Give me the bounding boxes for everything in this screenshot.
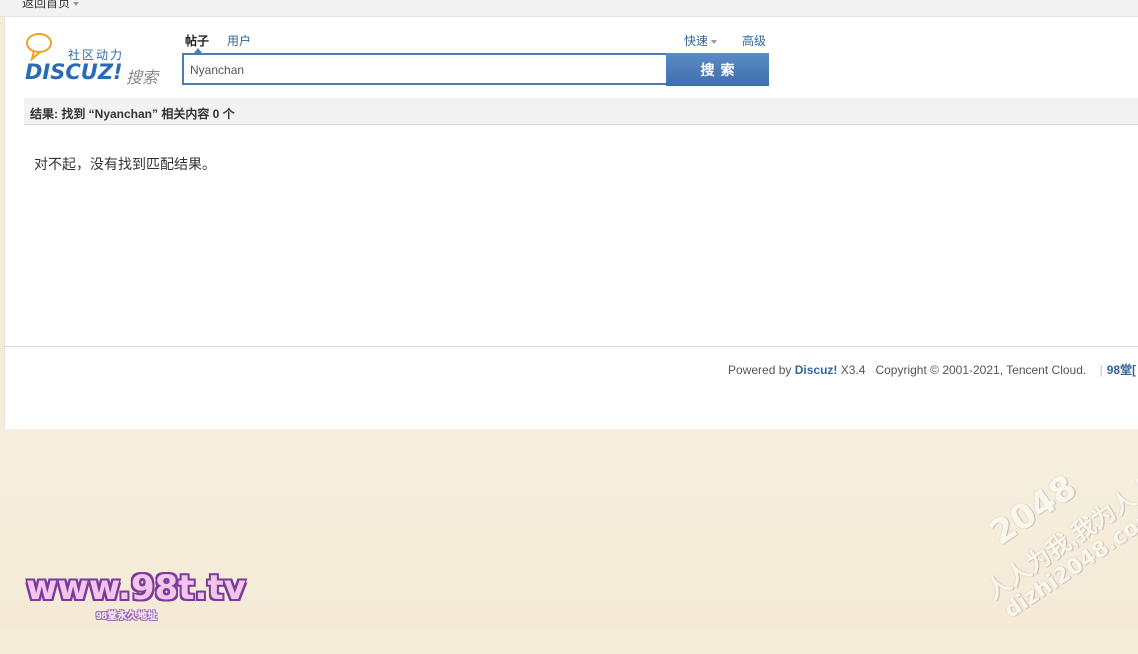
search-input[interactable] <box>190 61 650 79</box>
quick-search-dropdown[interactable]: 快速 <box>684 32 718 49</box>
quick-label: 快速 <box>684 34 709 48</box>
footer-discuz-link[interactable]: Discuz! <box>795 363 838 377</box>
search-button[interactable]: 搜索 <box>666 53 769 86</box>
footer-separator: | <box>1099 363 1103 377</box>
search-box <box>182 53 666 85</box>
advanced-search-link[interactable]: 高级 <box>742 32 766 49</box>
footer: Powered by Discuz! X3.4 Copyright © 2001… <box>728 361 1136 378</box>
caret-down-icon <box>73 1 80 6</box>
site-watermark-logo: www.98t.tv <box>26 568 246 608</box>
footer-copyright: Copyright © 2001-2021, Tencent Cloud. <box>875 363 1087 377</box>
tab-posts[interactable]: 帖子 <box>185 32 209 49</box>
caret-down-icon <box>711 39 718 44</box>
tab-users[interactable]: 用户 <box>227 32 251 49</box>
back-home-label: 返回首页 <box>22 0 71 10</box>
footer-powered-prefix: Powered by <box>728 363 792 377</box>
top-strip: 返回首页 <box>0 0 1138 17</box>
discuz-logo[interactable]: 社区动力 DISCUZ! 搜索 <box>22 32 172 87</box>
speech-bubble-logo-icon <box>26 33 52 62</box>
logo-brand: DISCUZ! <box>25 60 123 84</box>
footer-site-link[interactable]: 98堂[ <box>1107 363 1136 377</box>
footer-divider <box>4 346 1138 347</box>
no-result-message: 对不起，没有找到匹配结果。 <box>34 156 216 172</box>
result-summary: 结果: 找到 “Nyanchan” 相关内容 0 个 <box>30 107 235 121</box>
site-watermark-subtitle: 98堂永久地址 <box>96 611 158 622</box>
result-summary-bar: 结果: 找到 “Nyanchan” 相关内容 0 个 <box>24 98 1138 125</box>
footer-version: X3.4 <box>840 363 866 377</box>
back-home-link[interactable]: 返回首页 <box>22 0 80 11</box>
logo-search-word: 搜索 <box>126 70 159 87</box>
